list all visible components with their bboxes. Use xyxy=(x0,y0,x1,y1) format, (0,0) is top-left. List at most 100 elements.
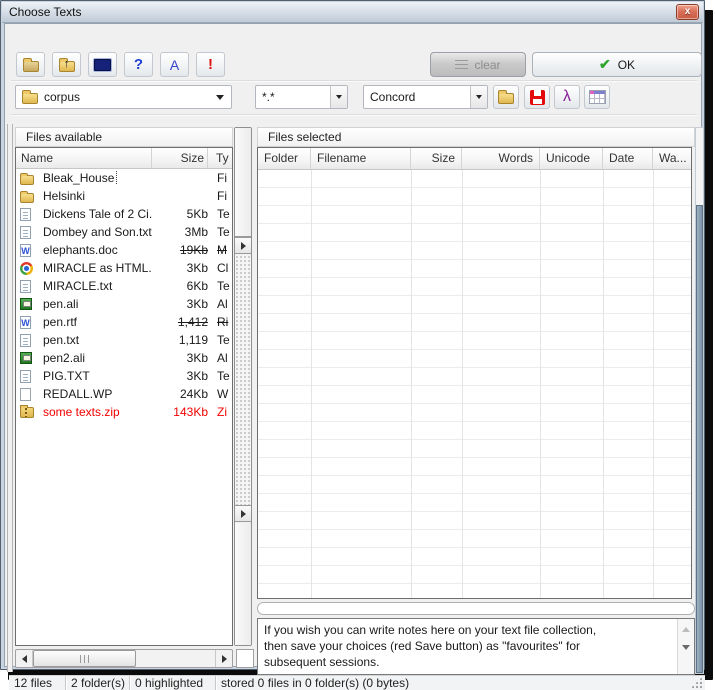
splitter-track[interactable] xyxy=(235,255,251,505)
file-row[interactable]: PIG.TXT3KbTe xyxy=(16,367,232,385)
text-icon xyxy=(20,370,31,383)
font-button[interactable]: A xyxy=(160,52,189,77)
text-file-icon xyxy=(20,280,41,293)
file-row[interactable]: Dickens Tale of 2 Ci...5KbTe xyxy=(16,205,232,223)
file-size: 3Mb xyxy=(152,225,208,239)
left-splitter[interactable] xyxy=(7,124,13,672)
text-file-icon xyxy=(20,370,41,383)
browse-folder-button[interactable] xyxy=(493,85,519,109)
calculator-button[interactable] xyxy=(584,85,610,109)
files-available-header[interactable]: Name Size Ty xyxy=(16,148,232,169)
notes-box[interactable]: If you wish you can write notes here on … xyxy=(257,618,695,675)
save-favourites-button[interactable] xyxy=(524,85,550,109)
folder-combo[interactable]: corpus xyxy=(15,85,232,109)
scroll-up-icon[interactable] xyxy=(682,627,690,632)
combo-folder-icon xyxy=(22,93,38,104)
file-size: 1,412 xyxy=(152,315,208,329)
files-available-list[interactable]: Name Size Ty Bleak_HouseFiHelsinkiFiDick… xyxy=(15,147,233,646)
column-header-wait[interactable]: Wa... xyxy=(653,148,691,169)
folder-icon xyxy=(20,175,34,185)
column-header-unicode[interactable]: Unicode xyxy=(540,148,603,169)
display-button[interactable] xyxy=(88,52,117,77)
column-header-type[interactable]: Ty xyxy=(208,148,232,168)
arrow-right-icon xyxy=(241,242,246,250)
files-selected-label: Files selected xyxy=(268,130,341,144)
file-row[interactable]: elephants.doc19KbM xyxy=(16,241,232,259)
column-header-size[interactable]: Size xyxy=(411,148,462,169)
up-folder-button[interactable]: ↑ xyxy=(52,52,81,77)
files-selected-header[interactable]: Folder Filename Size Words Unicode Date … xyxy=(258,148,691,170)
file-row[interactable]: REDALL.WP24KbW xyxy=(16,385,232,403)
move-right-top-button[interactable] xyxy=(235,237,251,254)
scroll-left-button[interactable] xyxy=(16,650,33,667)
checkmark-icon: ✔ xyxy=(599,56,611,73)
grip-icon xyxy=(80,655,89,663)
filespec-combo[interactable]: *.* xyxy=(255,85,348,109)
notes-scrollbar[interactable] xyxy=(677,619,694,674)
tool-combo[interactable]: Concord xyxy=(363,85,488,109)
file-row[interactable]: HelsinkiFi xyxy=(16,187,232,205)
file-row[interactable]: pen.rtf1,412Ri xyxy=(16,313,232,331)
splitter-lower-track[interactable] xyxy=(235,523,251,645)
splitter-thumb[interactable] xyxy=(235,128,251,237)
file-size: 5Kb xyxy=(152,207,208,221)
scroll-right-button[interactable] xyxy=(215,650,232,667)
column-header-filename[interactable]: Filename xyxy=(311,148,411,169)
file-type: M xyxy=(208,243,232,257)
file-name: elephants.doc xyxy=(41,243,152,257)
scroll-down-icon[interactable] xyxy=(682,645,690,650)
text-file-icon xyxy=(20,334,41,347)
ok-button[interactable]: ✔ OK xyxy=(532,52,702,77)
hscroll-thumb[interactable] xyxy=(33,650,136,667)
chrome-icon xyxy=(20,262,33,275)
alert-icon: ! xyxy=(208,56,213,73)
file-row[interactable]: MIRACLE as HTML....3KbCl xyxy=(16,259,232,277)
filespec-combo-dropdown-button[interactable] xyxy=(330,86,347,108)
notes-text[interactable]: If you wish you can write notes here on … xyxy=(258,619,677,674)
files-selected-grid[interactable]: Folder Filename Size Words Unicode Date … xyxy=(257,147,692,599)
title-bar[interactable]: Choose Texts xyxy=(2,2,703,23)
file-size: 1,119 xyxy=(152,333,208,347)
column-header-name[interactable]: Name xyxy=(16,148,152,168)
column-header-folder[interactable]: Folder xyxy=(258,148,311,169)
help-button[interactable]: ? xyxy=(124,52,153,77)
zip-file-icon xyxy=(20,407,41,418)
file-row[interactable]: some texts.zip143KbZi xyxy=(16,403,232,421)
right-vertical-scrollbar[interactable] xyxy=(695,127,704,674)
favourites-button[interactable]: λ xyxy=(554,85,580,109)
clear-button[interactable]: clear xyxy=(430,52,526,77)
column-header-words[interactable]: Words xyxy=(462,148,540,169)
file-row[interactable]: Bleak_HouseFi xyxy=(16,169,232,187)
move-files-splitter[interactable] xyxy=(234,127,252,646)
file-list-rows: Bleak_HouseFiHelsinkiFiDickens Tale of 2… xyxy=(16,169,232,421)
file-row[interactable]: MIRACLE.txt6KbTe xyxy=(16,277,232,295)
open-folder-button[interactable] xyxy=(16,52,45,77)
arrow-right-icon xyxy=(241,510,246,518)
file-row[interactable]: Dombey and Son.txt3MbTe xyxy=(16,223,232,241)
scrollbar-thumb[interactable] xyxy=(696,205,703,673)
files-selected-body[interactable] xyxy=(258,170,691,598)
file-size: 24Kb xyxy=(152,387,208,401)
move-right-bottom-button[interactable] xyxy=(235,505,251,522)
tool-combo-dropdown-button[interactable] xyxy=(470,86,487,108)
status-files: 12 files xyxy=(9,676,66,690)
file-name: pen2.ali xyxy=(41,351,152,365)
file-type: Al xyxy=(208,297,232,311)
file-name: pen.ali xyxy=(41,297,152,311)
help-icon: ? xyxy=(134,56,143,73)
file-size: 3Kb xyxy=(152,351,208,365)
file-row[interactable]: pen2.ali3KbAl xyxy=(16,349,232,367)
text-icon xyxy=(20,334,31,347)
column-header-date[interactable]: Date xyxy=(603,148,653,169)
alert-button[interactable]: ! xyxy=(196,52,225,77)
files-horizontal-scrollbar[interactable] xyxy=(15,649,233,668)
column-header-size[interactable]: Size xyxy=(152,148,208,168)
file-type: Zi xyxy=(208,405,232,419)
file-row[interactable]: pen.ali3KbAl xyxy=(16,295,232,313)
close-icon[interactable]: x xyxy=(676,4,699,20)
file-name: Dickens Tale of 2 Ci... xyxy=(41,207,152,221)
file-size: 143Kb xyxy=(152,405,208,419)
file-row[interactable]: pen.txt1,119Te xyxy=(16,331,232,349)
tool-combo-value: Concord xyxy=(364,90,470,104)
word-file-icon xyxy=(20,244,41,257)
